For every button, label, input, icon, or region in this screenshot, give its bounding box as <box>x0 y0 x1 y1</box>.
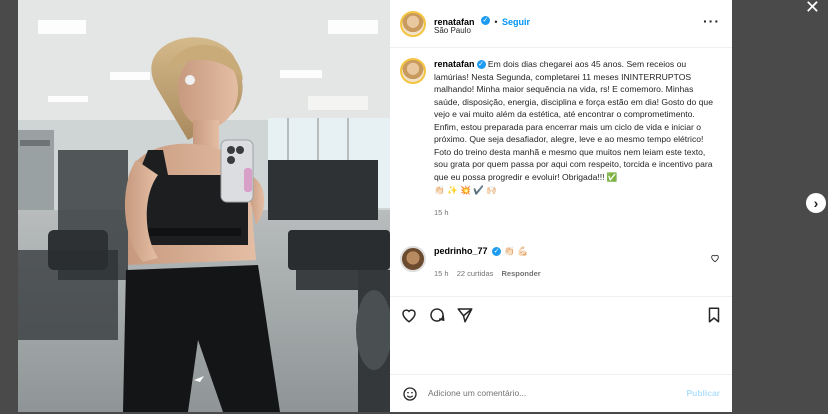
comment-line: pedrinho_77 ✓ 👏🏻 💪🏻 <box>434 246 528 257</box>
comment-reply-button[interactable]: Responder <box>501 269 540 278</box>
likes-section <box>390 336 732 375</box>
publish-button[interactable]: Publicar <box>686 388 720 398</box>
location-label[interactable]: São Paulo <box>434 26 471 35</box>
commenter-username[interactable]: pedrinho_77 <box>434 246 488 256</box>
verified-icon: ✓ <box>476 60 486 70</box>
commenter-avatar[interactable] <box>400 246 426 272</box>
caption-time[interactable]: 15 h <box>434 207 718 220</box>
next-post-button[interactable]: › <box>806 193 826 213</box>
caption-text: Em dois dias chegarei aos 45 anos. Sem r… <box>434 59 713 182</box>
post-panel: renatafan ✓ • Seguir São Paulo ··· renat… <box>390 0 732 412</box>
chevron-right-icon: › <box>813 195 819 211</box>
more-icon[interactable]: ··· <box>703 13 720 29</box>
verified-icon: ✓ <box>480 16 490 26</box>
follow-button[interactable]: Seguir <box>502 17 530 27</box>
comment-meta: 15 h 22 curtidas Responder <box>434 269 541 278</box>
post-header: renatafan ✓ • Seguir São Paulo ··· <box>390 0 732 48</box>
comment-text: 👏🏻 💪🏻 <box>503 246 529 256</box>
send-icon[interactable] <box>456 306 476 326</box>
separator-dot: • <box>494 17 498 27</box>
heart-icon[interactable] <box>400 306 420 326</box>
post-image <box>18 0 390 412</box>
bookmark-icon[interactable] <box>705 306 725 326</box>
caption-avatar[interactable] <box>400 58 426 84</box>
verified-icon: ✓ <box>492 247 502 257</box>
divider <box>390 296 732 297</box>
add-comment-bar: Adicione um comentário... Publicar <box>390 377 732 411</box>
comment-input[interactable]: Adicione um comentário... <box>428 388 526 398</box>
comment-time[interactable]: 15 h <box>434 269 449 278</box>
author-avatar[interactable] <box>400 11 426 37</box>
caption-username[interactable]: renatafan <box>434 59 475 69</box>
post-caption: renatafan ✓ Em dois dias chegarei aos 45 … <box>434 58 718 219</box>
comment-like-icon[interactable] <box>710 250 720 268</box>
emoji-icon[interactable] <box>402 386 418 407</box>
caption-emojis: 👏🏻 ✨ 💥 ✔️ 🙌🏻 <box>434 185 498 195</box>
close-icon[interactable]: ✕ <box>805 0 820 16</box>
comment-icon[interactable] <box>428 306 448 326</box>
comment-likes[interactable]: 22 curtidas <box>457 269 494 278</box>
gym-selfie-illustration <box>18 0 390 412</box>
